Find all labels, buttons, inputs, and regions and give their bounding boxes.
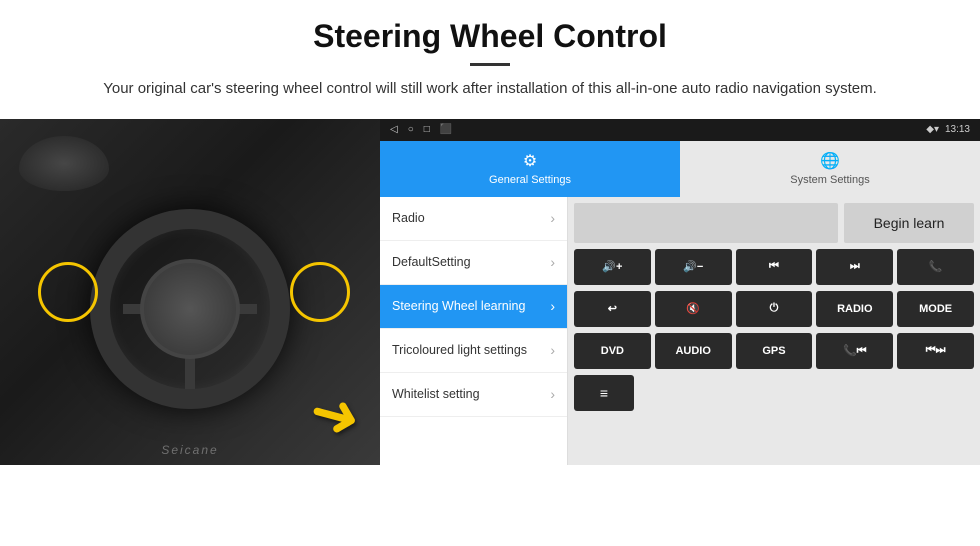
mode-label: MODE: [919, 303, 952, 315]
menu-item-radio[interactable]: Radio ›: [380, 197, 567, 241]
seek-icon: ⏮⏭: [926, 344, 946, 357]
general-settings-icon: ⚙: [523, 151, 537, 171]
steering-wheel-hub: [140, 259, 240, 359]
button-row-2: ↩ 🔇 ⏻ RADIO MODE: [574, 291, 974, 327]
vol-down-icon: 🔊−: [683, 260, 703, 273]
settings-tabs: ⚙ General Settings 🌐 System Settings: [380, 141, 980, 197]
home-nav-icon[interactable]: ○: [408, 124, 414, 135]
button-row-3: DVD AUDIO GPS 📞⏮ ⏮⏭: [574, 333, 974, 369]
tab-system-settings[interactable]: 🌐 System Settings: [680, 141, 980, 197]
dvd-label: DVD: [601, 345, 624, 357]
page-title: Steering Wheel Control: [60, 18, 920, 55]
button-row-1: 🔊+ 🔊− ⏮ ⏭ 📞: [574, 249, 974, 285]
begin-learn-button[interactable]: Begin learn: [844, 203, 974, 243]
tab-general-settings[interactable]: ⚙ General Settings: [380, 141, 680, 197]
blank-display-area: [574, 203, 838, 243]
main-content: Radio › DefaultSetting › Steering Wheel …: [380, 197, 980, 465]
signal-icon: ◆▾: [926, 124, 939, 135]
screenshot-nav-icon[interactable]: ⬛: [440, 124, 452, 135]
page-wrapper: Steering Wheel Control Your original car…: [0, 0, 980, 465]
back-button[interactable]: ↩: [574, 291, 651, 327]
button-row-4: ≡: [574, 375, 974, 411]
system-settings-icon: 🌐: [820, 151, 840, 171]
ui-panel: ◁ ○ □ ⬛ ◆▾ 13:13 ⚙ General Settings 🌐: [380, 119, 980, 465]
yellow-circle-right: [290, 262, 350, 322]
clock: 13:13: [945, 124, 970, 135]
chevron-icon: ›: [550, 210, 555, 226]
status-bar: ◁ ○ □ ⬛ ◆▾ 13:13: [380, 119, 980, 141]
menu-item-tricoloured[interactable]: Tricoloured light settings ›: [380, 329, 567, 373]
subtitle: Your original car's steering wheel contr…: [80, 78, 900, 101]
tab-system-label: System Settings: [790, 174, 869, 186]
header-section: Steering Wheel Control Your original car…: [0, 0, 980, 113]
status-bar-left: ◁ ○ □ ⬛: [390, 124, 452, 135]
phone-icon: 📞: [929, 260, 943, 273]
mode-button[interactable]: MODE: [897, 291, 974, 327]
seek-button[interactable]: ⏮⏭: [897, 333, 974, 369]
chevron-icon: ›: [550, 298, 555, 314]
title-divider: [470, 63, 510, 66]
status-bar-right: ◆▾ 13:13: [926, 124, 970, 135]
radio-label: RADIO: [837, 303, 872, 315]
mute-icon: 🔇: [686, 302, 700, 315]
power-icon: ⏻: [770, 302, 779, 315]
menu-icon-button[interactable]: ≡: [574, 375, 634, 411]
back-nav-icon[interactable]: ◁: [390, 124, 398, 135]
gps-button[interactable]: GPS: [736, 333, 813, 369]
next-track-button[interactable]: ⏭: [816, 249, 893, 285]
chevron-icon: ›: [550, 254, 555, 270]
phone-button[interactable]: 📞: [897, 249, 974, 285]
yellow-circle-left: [38, 262, 98, 322]
menu-item-default-setting[interactable]: DefaultSetting ›: [380, 241, 567, 285]
yellow-arrow-icon: ➜: [302, 374, 369, 455]
next-track-icon: ⏭: [850, 260, 860, 273]
chevron-icon: ›: [550, 342, 555, 358]
vol-up-icon: 🔊+: [602, 260, 622, 273]
radio-button[interactable]: RADIO: [816, 291, 893, 327]
phone-prev-icon: 📞⏮: [843, 344, 867, 358]
prev-track-icon: ⏮: [769, 260, 779, 273]
right-panel: Begin learn 🔊+ 🔊− ⏮: [568, 197, 980, 465]
gauge-area: [19, 136, 109, 191]
back-icon: ↩: [608, 302, 617, 315]
prev-track-button[interactable]: ⏮: [736, 249, 813, 285]
content-section: ➜ Seicane ◁ ○ □ ⬛ ◆▾ 13:13: [0, 119, 980, 465]
steering-wheel-outer: [90, 209, 290, 409]
recents-nav-icon[interactable]: □: [424, 124, 430, 135]
menu-icon: ≡: [600, 385, 608, 401]
seicane-watermark: Seicane: [161, 443, 218, 457]
top-row: Begin learn: [574, 203, 974, 243]
menu-item-steering-wheel[interactable]: Steering Wheel learning ›: [380, 285, 567, 329]
left-menu: Radio › DefaultSetting › Steering Wheel …: [380, 197, 568, 465]
mute-button[interactable]: 🔇: [655, 291, 732, 327]
menu-item-whitelist[interactable]: Whitelist setting ›: [380, 373, 567, 417]
sw-photo-bg: ➜ Seicane: [0, 119, 380, 465]
audio-label: AUDIO: [675, 345, 710, 357]
dvd-button[interactable]: DVD: [574, 333, 651, 369]
phone-prev-button[interactable]: 📞⏮: [816, 333, 893, 369]
audio-button[interactable]: AUDIO: [655, 333, 732, 369]
tab-general-label: General Settings: [489, 174, 571, 186]
vol-down-button[interactable]: 🔊−: [655, 249, 732, 285]
power-button[interactable]: ⏻: [736, 291, 813, 327]
steering-wheel-photo: ➜ Seicane: [0, 119, 380, 465]
chevron-icon: ›: [550, 386, 555, 402]
gps-label: GPS: [762, 345, 785, 357]
vol-up-button[interactable]: 🔊+: [574, 249, 651, 285]
